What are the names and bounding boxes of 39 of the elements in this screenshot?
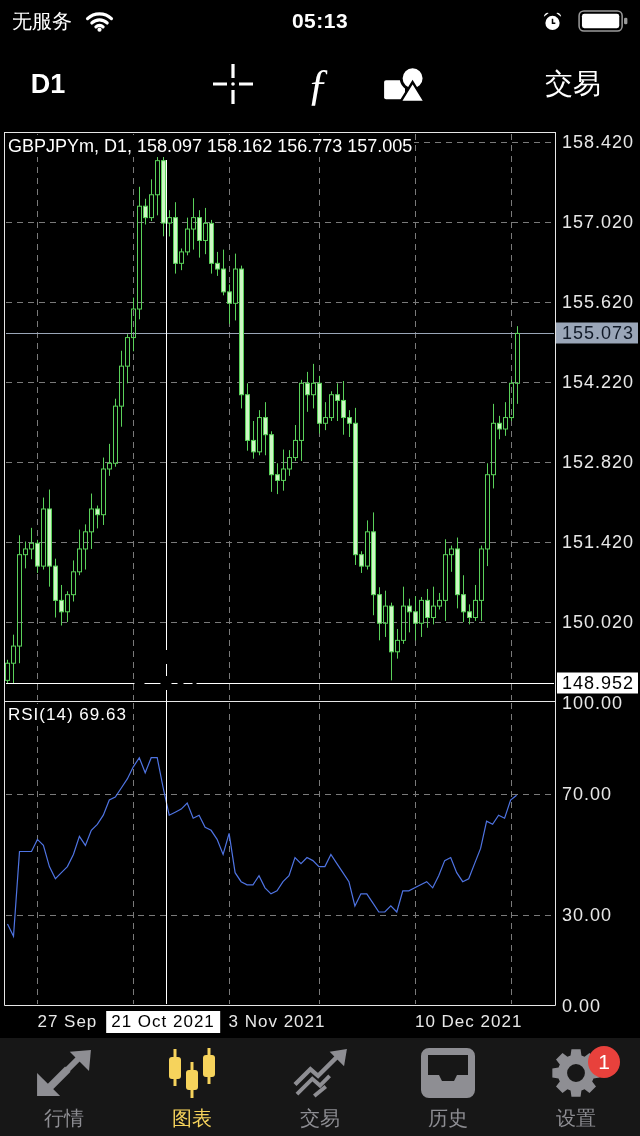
crosshair-date-label: 21 Oct 2021 [106,1011,220,1033]
date-label: 3 Nov 2021 [228,1011,326,1033]
battery-icon [578,10,628,32]
tab[interactable]: 行情 [0,1038,128,1136]
timeframe-button[interactable]: D1 [20,60,76,108]
current-price-label: 155.073 [556,322,639,344]
rsi-axis-label: 70.00 [562,784,613,804]
rsi-axis-label: 30.00 [562,905,613,925]
trend-arrow-icon [291,1048,349,1098]
price-axis-label: 154.220 [562,371,635,393]
diagonal-arrows-icon [35,1048,93,1098]
rsi-axis-label: 0.00 [562,996,602,1016]
candlestick-icon [166,1048,218,1098]
alarm-icon [543,11,562,31]
rsi-title: RSI(14) 69.63 [6,704,129,726]
date-label: 27 Sep [37,1011,98,1033]
tab[interactable]: 交易 [256,1038,384,1136]
function-button[interactable]: ƒ [290,60,346,108]
wifi-icon [85,10,114,32]
chart-title: GBPJPYm, D1, 158.097 158.162 156.773 157.005 [6,135,415,157]
price-axis-label: 151.420 [562,531,635,553]
tray-icon [421,1048,475,1098]
notification-badge: 1 [588,1046,620,1078]
tab[interactable]: 历史 [384,1038,512,1136]
price-axis-label: 157.020 [562,211,635,233]
clock-time: 05:13 [291,9,349,33]
date-label: 10 Dec 2021 [414,1011,523,1033]
tab[interactable]: 设置 1 [512,1038,640,1136]
tab[interactable]: 图表 [128,1038,256,1136]
carrier-text: 无服务 [12,8,72,34]
price-axis-label: 158.420 [562,131,635,153]
rsi-axis-label: 100.00 [562,693,624,713]
trade-button[interactable]: 交易 [537,60,609,108]
price-axis-label: 155.620 [562,291,635,313]
crosshair-price-label: 148.952 [557,672,639,694]
crosshair-icon [213,64,253,104]
price-axis-label: 152.820 [562,451,635,473]
shapes-icon [384,65,426,103]
price-axis-label: 150.020 [562,611,635,633]
